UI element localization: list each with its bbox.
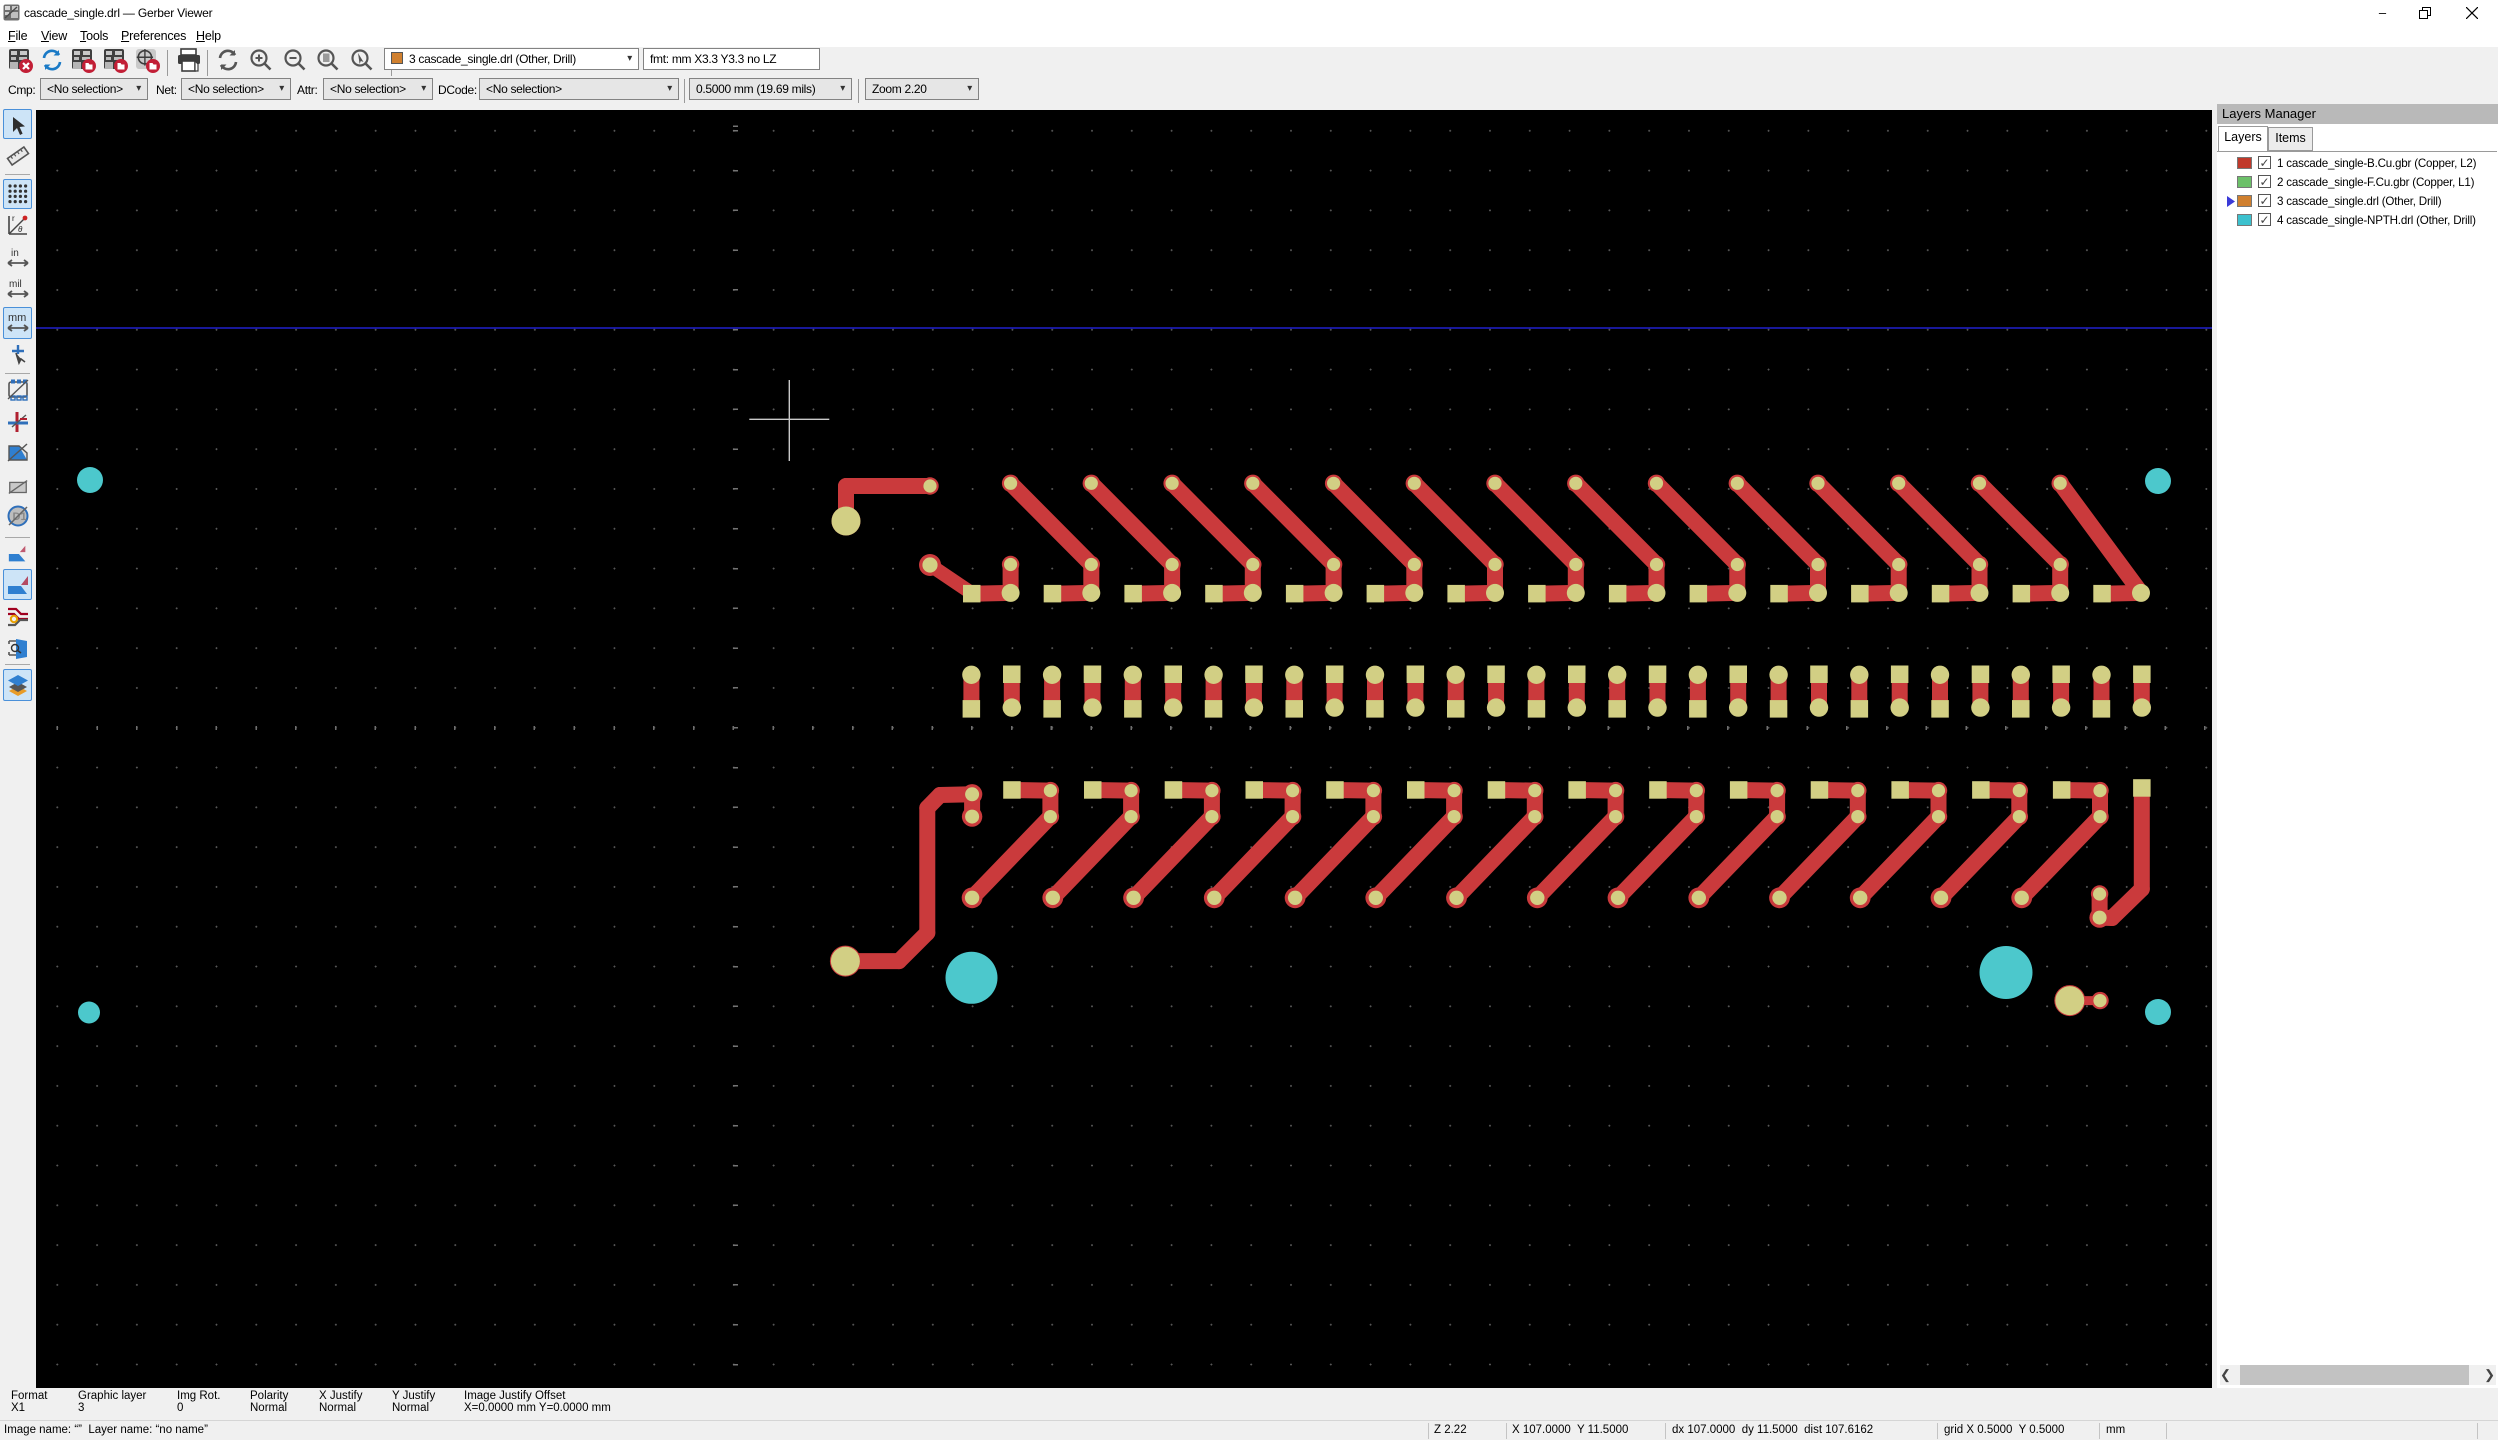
svg-text:D1: D1 (13, 511, 27, 523)
svg-text:mm: mm (8, 312, 26, 324)
svg-text:mil: mil (9, 279, 22, 290)
svg-text:r: r (12, 214, 15, 223)
svg-text:in: in (11, 248, 19, 259)
svg-text:θ: θ (18, 225, 23, 234)
